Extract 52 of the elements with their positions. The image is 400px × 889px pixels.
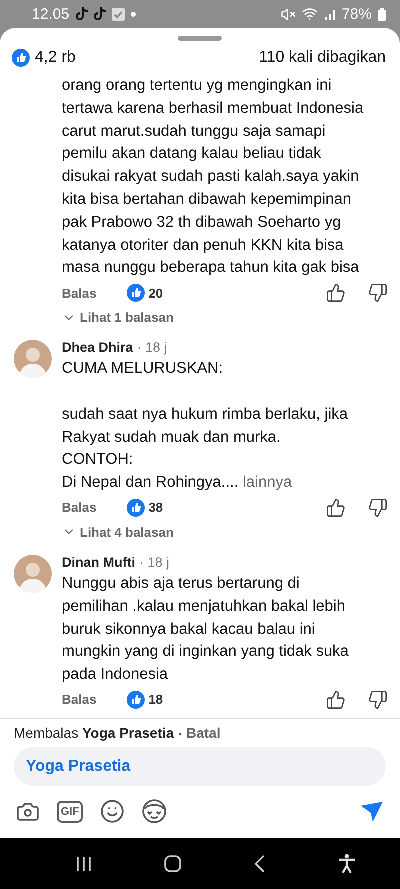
author-name[interactable]: Dinan Mufti	[62, 554, 136, 570]
like-count: 20	[148, 286, 164, 301]
mute-icon	[280, 6, 296, 22]
avatar	[14, 340, 52, 378]
wifi-icon	[302, 6, 318, 22]
reaction-count: 4,2 rb	[35, 49, 76, 67]
avatar	[14, 554, 52, 593]
like-icon	[126, 498, 145, 517]
reply-link[interactable]: Balas	[62, 500, 97, 516]
signal-icon	[324, 8, 336, 20]
gif-button[interactable]: GIF	[57, 800, 84, 822]
dot-icon	[130, 12, 136, 16]
recent-apps-icon[interactable]	[76, 856, 92, 872]
sticker-icon[interactable]	[142, 799, 168, 824]
view-replies-link[interactable]: Lihat 1 balasan	[62, 310, 174, 326]
send-icon[interactable]	[360, 800, 384, 822]
cancel-link[interactable]: Batal	[186, 725, 221, 741]
thumbs-up-icon[interactable]	[326, 498, 346, 518]
drag-handle[interactable]	[178, 36, 222, 41]
home-icon[interactable]	[164, 854, 182, 872]
battery-percent: 78%	[342, 6, 372, 22]
comment-time: · 18 j	[140, 554, 170, 570]
thumbs-up-icon[interactable]	[326, 690, 346, 710]
comment-text: orang orang tertentu yg mengingkan ini tertawa karena berhasil membuat Indonesia carut marut.sudah tunggu saja samapi pemilu akan datang kalau beliau tidak disukai rakyat sudah pasti kalah.saya yakin kita bisa bertahan dibawah kepemimpinan pak Prabowo 32 th dibawah Soeharto yg katanya otoriter dan penuh KKN kita bisa masa nunggu beberapa tahun kita gak bisa	[62, 76, 365, 278]
music-note-icon	[76, 7, 88, 21]
view-replies-link[interactable]: Lihat 4 balasan	[62, 524, 174, 540]
more-link[interactable]: lainnya	[242, 474, 292, 492]
like-icon	[126, 690, 145, 709]
check-icon	[112, 8, 125, 20]
reply-link[interactable]: Balas	[62, 286, 97, 301]
share-count: 110 kali dibagikan	[259, 49, 386, 67]
comment-text: Nunggu abis aja terus bertarung di pemilihan .kalau menjatuhkan bakal lebih buruk sikonnya bakal kacau balau ini mungkin yang di inginkan yang tidak suka pada Indonesia	[62, 574, 350, 686]
like-icon	[12, 49, 30, 67]
like-icon	[126, 284, 145, 302]
back-icon[interactable]	[254, 854, 266, 872]
replying-to-text: Membalas Yoga Prasetia · Batal	[14, 725, 222, 741]
smile-icon[interactable]	[100, 799, 126, 824]
thumbs-down-icon[interactable]	[368, 690, 388, 710]
comment-text: CUMA MELURUSKAN: sudah saat nya hukum rimba berlaku, jika Rakyat sudah muak dan murka. CONTOH: Di Nepal dan Rohingya.... lainnya	[62, 359, 350, 494]
music-note-icon	[94, 7, 106, 21]
comment-input[interactable]: Yoga Prasetia	[14, 747, 386, 786]
reply-link[interactable]: Balas	[62, 692, 97, 708]
accessibility-icon[interactable]	[338, 854, 356, 874]
thumbs-down-icon[interactable]	[368, 283, 388, 304]
like-count: 18	[148, 692, 164, 708]
thumbs-up-icon[interactable]	[326, 283, 346, 304]
thumbs-down-icon[interactable]	[368, 498, 388, 518]
like-count: 38	[148, 500, 164, 516]
comment-time: · 18 j	[137, 340, 168, 356]
author-name[interactable]: Dhea Dhira	[62, 340, 134, 356]
battery-icon	[378, 8, 386, 20]
clock: 12.05	[32, 6, 70, 22]
